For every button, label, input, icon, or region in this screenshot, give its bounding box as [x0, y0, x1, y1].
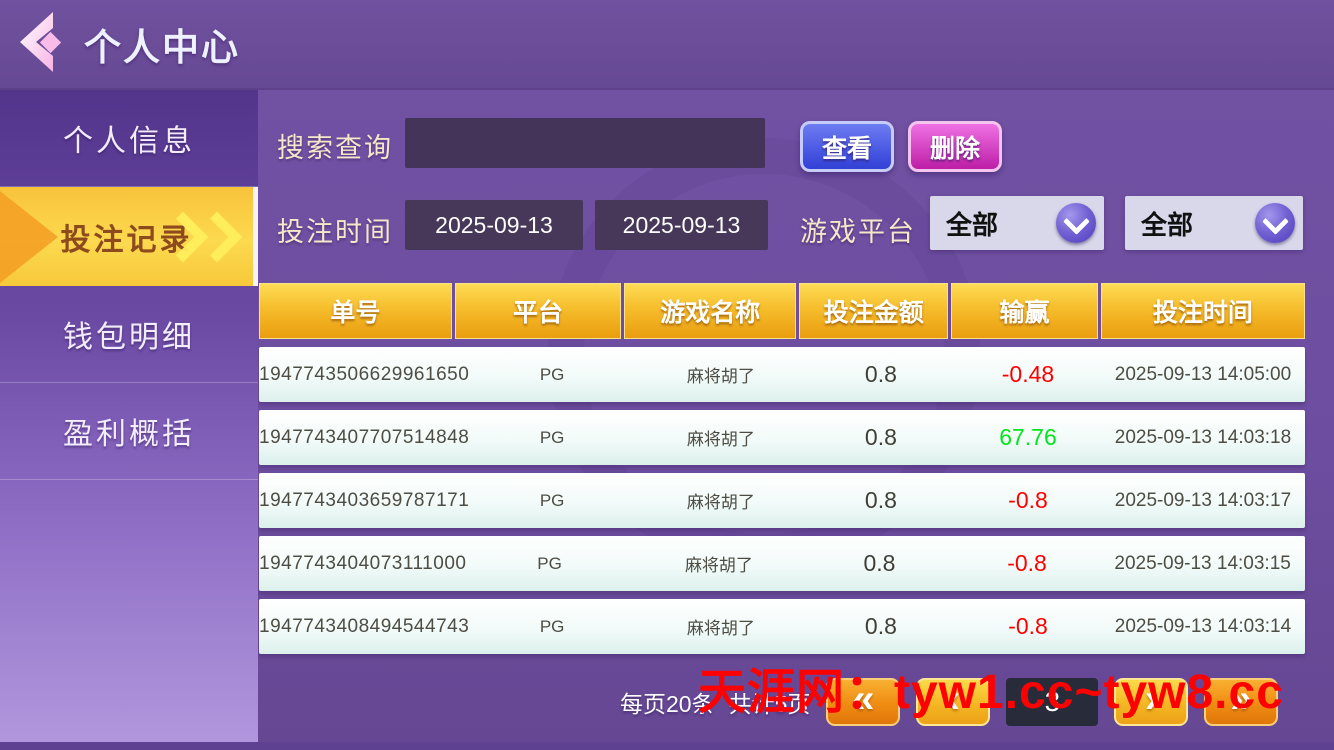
cell-order-no: 1947743403659787171 — [259, 473, 469, 528]
cell-game-name: 麻将胡了 — [635, 347, 807, 402]
column-header-bet-time[interactable]: 投注时间 — [1101, 283, 1305, 339]
cell-winloss: -0.8 — [955, 473, 1101, 528]
cell-game-name: 麻将胡了 — [633, 536, 805, 591]
table-row[interactable]: 1947743404073111000 PG 麻将胡了 0.8 -0.8 202… — [259, 536, 1305, 591]
game-dropdown[interactable]: 全部 — [1125, 196, 1303, 250]
view-button[interactable]: 查看 — [800, 121, 894, 172]
main-content: 搜索查询 查看 删除 投注时间 2025-09-13 2025-09-13 游戏… — [258, 88, 1334, 742]
bet-records-table: 单号 平台 游戏名称 投注金额 输赢 投注时间 1947743506629961… — [259, 283, 1305, 654]
table-row[interactable]: 1947743403659787171 PG 麻将胡了 0.8 -0.8 202… — [259, 473, 1305, 528]
double-chevron-right-icon: » — [1230, 679, 1252, 719]
column-header-platform[interactable]: 平台 — [455, 283, 621, 339]
cell-game-name: 麻将胡了 — [635, 410, 807, 465]
delete-button[interactable]: 删除 — [908, 121, 1002, 172]
last-page-button[interactable]: » — [1204, 678, 1278, 726]
date-from-field[interactable]: 2025-09-13 — [405, 200, 583, 250]
platform-dropdown[interactable]: 全部 — [930, 196, 1104, 250]
top-bar: 个人中心 — [0, 0, 1334, 90]
chevron-down-icon — [1255, 203, 1295, 243]
per-page-text: 每页20条 — [620, 685, 715, 719]
cell-bet-amount: 0.8 — [805, 536, 954, 591]
sidebar-item-label: 钱包明细 — [63, 312, 195, 356]
sidebar-item-bet-records[interactable]: 投注记录 — [0, 187, 258, 286]
cell-winloss: 67.76 — [955, 410, 1101, 465]
bottom-bar — [0, 742, 1334, 750]
column-header-order-no[interactable]: 单号 — [259, 283, 452, 339]
sidebar: 个人信息 投注记录 钱包明细 盈利概括 — [0, 90, 258, 742]
bet-time-label: 投注时间 — [277, 210, 393, 249]
cell-platform: PG — [469, 473, 635, 528]
cell-game-name: 麻将胡了 — [635, 599, 807, 654]
back-button[interactable] — [14, 12, 72, 76]
game-selected-value: 全部 — [1141, 205, 1193, 242]
cell-bet-time: 2025-09-13 14:05:00 — [1101, 347, 1305, 402]
total-pages-text: 共计5页 — [729, 685, 811, 719]
pagination: 每页20条 共计5页 « ‹ 3 › » — [620, 678, 1278, 726]
sidebar-item-label: 盈利概括 — [63, 409, 195, 453]
platform-selected-value: 全部 — [946, 205, 998, 242]
cell-order-no: 1947743407707514848 — [259, 410, 469, 465]
table-row[interactable]: 1947743506629961650 PG 麻将胡了 0.8 -0.48 20… — [259, 347, 1305, 402]
chevron-right-icon — [192, 211, 243, 262]
chevron-right-icon: › — [1145, 679, 1158, 719]
sidebar-item-profit-summary[interactable]: 盈利概括 — [0, 383, 258, 480]
search-label: 搜索查询 — [277, 126, 393, 165]
cell-order-no: 1947743408494544743 — [259, 599, 469, 654]
table-header-row: 单号 平台 游戏名称 投注金额 输赢 投注时间 — [259, 283, 1305, 339]
first-page-button[interactable]: « — [826, 678, 900, 726]
cell-winloss: -0.48 — [955, 347, 1101, 402]
search-input[interactable] — [405, 118, 765, 168]
cell-bet-amount: 0.8 — [807, 410, 955, 465]
chevron-left-icon: ‹ — [947, 679, 960, 719]
cell-winloss: -0.8 — [954, 536, 1101, 591]
game-platform-label: 游戏平台 — [800, 210, 916, 249]
table-row[interactable]: 1947743408494544743 PG 麻将胡了 0.8 -0.8 202… — [259, 599, 1305, 654]
cell-platform: PG — [469, 410, 635, 465]
sidebar-item-label: 个人信息 — [63, 116, 195, 160]
cell-order-no: 1947743404073111000 — [259, 536, 466, 591]
column-header-winloss[interactable]: 输赢 — [951, 283, 1098, 339]
cell-bet-time: 2025-09-13 14:03:14 — [1101, 599, 1305, 654]
current-page-indicator: 3 — [1006, 678, 1098, 726]
cell-platform: PG — [469, 347, 635, 402]
cell-bet-time: 2025-09-13 14:03:18 — [1101, 410, 1305, 465]
cell-bet-amount: 0.8 — [807, 599, 955, 654]
cell-bet-amount: 0.8 — [807, 347, 955, 402]
double-chevron-left-icon: « — [852, 679, 874, 719]
cell-platform: PG — [466, 536, 632, 591]
column-header-bet-amount[interactable]: 投注金额 — [799, 283, 948, 339]
cell-platform: PG — [469, 599, 635, 654]
table-row[interactable]: 1947743407707514848 PG 麻将胡了 0.8 67.76 20… — [259, 410, 1305, 465]
cell-bet-amount: 0.8 — [807, 473, 955, 528]
cell-game-name: 麻将胡了 — [635, 473, 807, 528]
personal-center-screen: 个人中心 个人信息 投注记录 钱包明细 盈利概括 搜索查询 查看 删除 投注时间… — [0, 0, 1334, 750]
back-arrow-icon — [15, 11, 71, 78]
date-to-field[interactable]: 2025-09-13 — [595, 200, 768, 250]
next-page-button[interactable]: › — [1114, 678, 1188, 726]
cell-bet-time: 2025-09-13 14:03:15 — [1100, 536, 1305, 591]
cell-winloss: -0.8 — [955, 599, 1101, 654]
cell-bet-time: 2025-09-13 14:03:17 — [1101, 473, 1305, 528]
page-title: 个人中心 — [84, 17, 240, 71]
cell-order-no: 1947743506629961650 — [259, 347, 469, 402]
prev-page-button[interactable]: ‹ — [916, 678, 990, 726]
sidebar-item-wallet-details[interactable]: 钱包明细 — [0, 286, 258, 383]
column-header-game-name[interactable]: 游戏名称 — [624, 283, 796, 339]
sidebar-item-personal-info[interactable]: 个人信息 — [0, 90, 258, 187]
chevron-down-icon — [1056, 203, 1096, 243]
